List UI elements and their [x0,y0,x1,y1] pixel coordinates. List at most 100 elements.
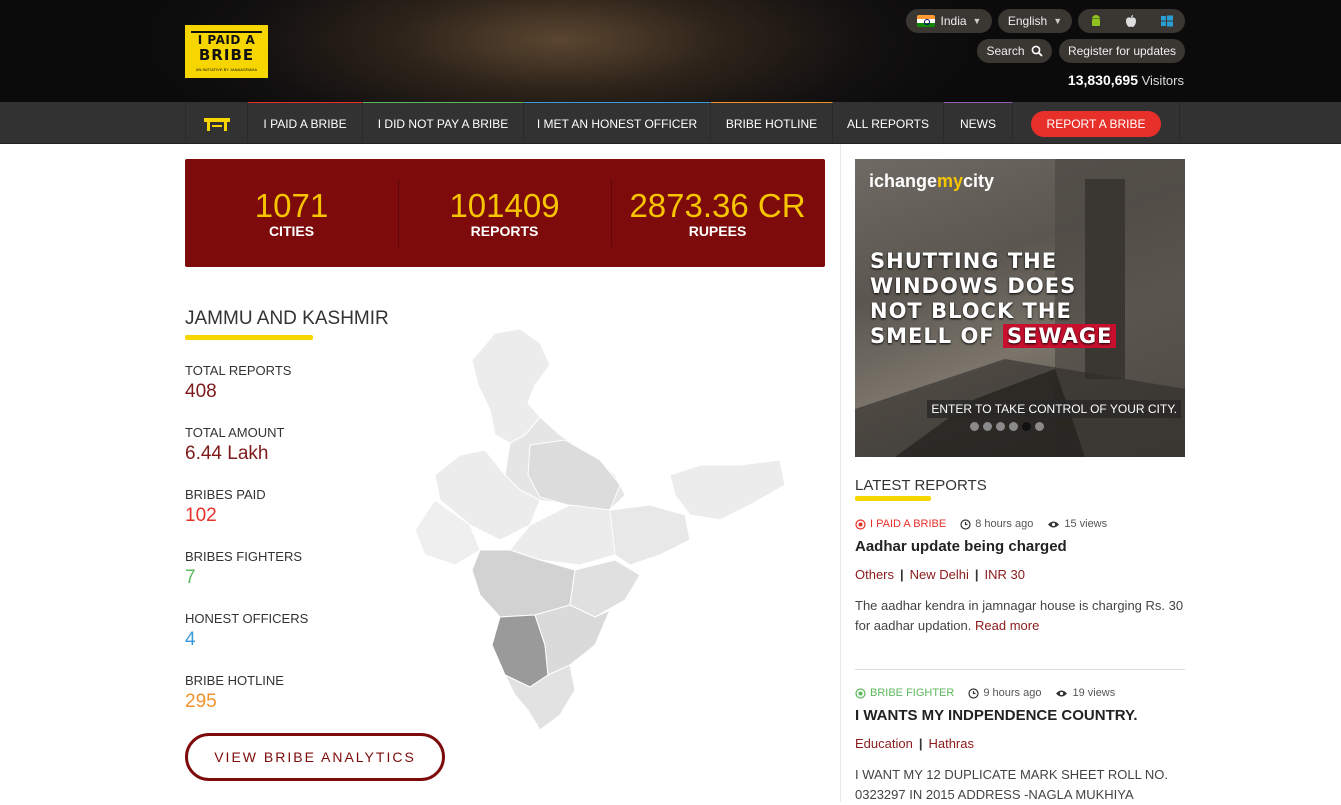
ad-headline-line: NOT BLOCK THE [870,299,1072,323]
carousel-dot[interactable] [983,422,992,431]
country-label: India [940,14,967,28]
ad-headline-line: SHUTTING THE [870,249,1058,273]
report-type[interactable]: BRIBE FIGHTER [870,687,954,699]
stat-rupees: 2873.36 CR RUPEES [611,159,824,267]
india-map[interactable] [400,325,800,740]
logo-line1: I PAID A [197,33,256,47]
tag-separator: | [900,567,904,582]
metric-label: TOTAL REPORTS [185,363,292,378]
register-updates-button[interactable]: Register for updates [1059,39,1185,63]
map-region-northeast[interactable] [669,459,786,521]
ad-brand: ichangemycity [869,171,994,192]
view-analytics-button[interactable]: VIEW BRIBE ANALYTICS [185,733,445,781]
ad-headline-highlight: SEWAGE [1002,324,1117,348]
nav-honest-officer[interactable]: I MET AN HONEST OFFICER [524,102,711,144]
ad-cta[interactable]: ENTER TO TAKE CONTROL OF YOUR CITY. [927,400,1181,418]
metric-label: BRIBES FIGHTERS [185,549,303,564]
latest-reports-title: LATEST REPORTS [855,477,987,494]
map-region-east[interactable] [609,504,691,566]
report-divider [855,669,1185,670]
search-icon [1031,45,1043,57]
nav-bribe-hotline[interactable]: BRIBE HOTLINE [711,102,833,144]
report-views: 19 views [1072,687,1116,699]
apple-icon[interactable] [1124,14,1138,28]
report-tag[interactable]: Education [855,736,913,751]
table-home-icon [203,117,230,131]
tag-separator: | [974,567,979,582]
logo-tagline: AN INITIATIVE BY JANAAGRAHA [195,67,258,72]
app-links [1078,9,1185,33]
carousel-dot[interactable] [1009,422,1018,431]
stat-value: 1071 [254,187,329,224]
nav-all-reports[interactable]: ALL REPORTS [833,102,944,144]
metric-label: TOTAL AMOUNT [185,425,285,440]
site-logo[interactable]: I PAID A BRIBE AN INITIATIVE BY JANAAGRA… [185,25,268,78]
stat-label: REPORTS [470,223,539,239]
india-flag-icon [916,15,935,27]
metric-value: 4 [185,629,196,650]
report-title[interactable]: I WANTS MY INDPENDENCE COUNTRY. [855,707,1138,724]
nav-news[interactable]: NEWS [944,102,1013,144]
carousel-dot[interactable] [1035,422,1044,431]
latest-title-underline [855,496,931,501]
stat-value: 2873.36 CR [629,187,806,224]
report-bribe-button[interactable]: REPORT A BRIBE [1030,110,1162,137]
report-body: The aadhar kendra in jamnagar house is c… [855,596,1185,636]
country-select[interactable]: India ▼ [906,9,992,33]
report-time: 8 hours ago [975,518,1034,530]
carousel-dots [970,422,1044,431]
metric-label: HONEST OFFICERS [185,611,309,626]
metric-value: 295 [185,691,217,712]
report-tag: INR 30 [984,567,1026,582]
carousel-dot[interactable] [996,422,1005,431]
clock-icon [968,687,979,699]
metric-value: 102 [185,505,217,526]
bribe-fighter-icon [855,687,866,699]
metric-label: BRIBES PAID [185,487,266,502]
eye-icon [1056,690,1068,696]
ad-headline-text: SMELL OF [870,324,1003,348]
bribe-paid-icon [855,518,866,530]
stats-banner: 1071 CITIES 101409 REPORTS 2873.36 CR RU… [185,159,825,267]
chevron-down-icon: ▼ [1053,16,1063,26]
ad-brand-a: ichange [869,171,938,191]
report-tag[interactable]: New Delhi [910,567,969,582]
nav-not-paid-bribe[interactable]: I DID NOT PAY A BRIBE [363,102,524,144]
search-label: Search [986,44,1025,58]
carousel-dot[interactable] [970,422,979,431]
map-region-telangana[interactable] [569,559,641,618]
report-type[interactable]: I PAID A BRIBE [870,518,946,530]
metric-value: 7 [185,567,196,588]
read-more-link[interactable]: Read more [975,618,1039,633]
metric-value: 6.44 Lakh [185,443,269,464]
report-tags: Education | Hathras [855,736,974,751]
state-title-underline [185,335,313,340]
report-tag[interactable]: Others [855,567,894,582]
nav-paid-bribe[interactable]: I PAID A BRIBE [248,102,363,144]
metric-label: BRIBE HOTLINE [185,673,284,688]
report-views: 15 views [1064,518,1108,530]
report-body-text: I WANT MY 12 DUPLICATE MARK SHEET ROLL N… [855,767,1169,802]
windows-icon[interactable] [1160,14,1174,28]
report-tags: Others | New Delhi | INR 30 [855,567,1025,582]
visitor-count: 13,830,695 [1067,72,1138,88]
language-select[interactable]: English ▼ [998,9,1072,33]
report-meta: I PAID A BRIBE 8 hours ago 15 views [855,518,1107,530]
nav-report-container: REPORT A BRIBE [1013,102,1180,144]
stat-value: 101409 [449,187,560,224]
nav-home[interactable] [186,102,248,144]
site-header: I PAID A BRIBE AN INITIATIVE BY JANAAGRA… [0,0,1341,102]
android-icon[interactable] [1089,14,1103,28]
report-title[interactable]: Aadhar update being charged [855,538,1067,555]
stat-cities: 1071 CITIES [185,159,398,267]
report-meta: BRIBE FIGHTER 9 hours ago 19 views [855,687,1115,699]
carousel-dot-active[interactable] [1022,422,1031,431]
report-tag[interactable]: Hathras [928,736,974,751]
logo-line2: BRIBE [198,46,255,64]
ad-brand-b: my [937,171,964,191]
eye-icon [1048,521,1060,527]
search-button[interactable]: Search [977,39,1052,63]
report-time: 9 hours ago [983,687,1042,699]
ichangemycity-ad-banner[interactable]: ichangemycity SHUTTING THE WINDOWS DOES … [855,159,1185,457]
visitor-counter: 13,830,695 Visitors [1068,72,1184,88]
